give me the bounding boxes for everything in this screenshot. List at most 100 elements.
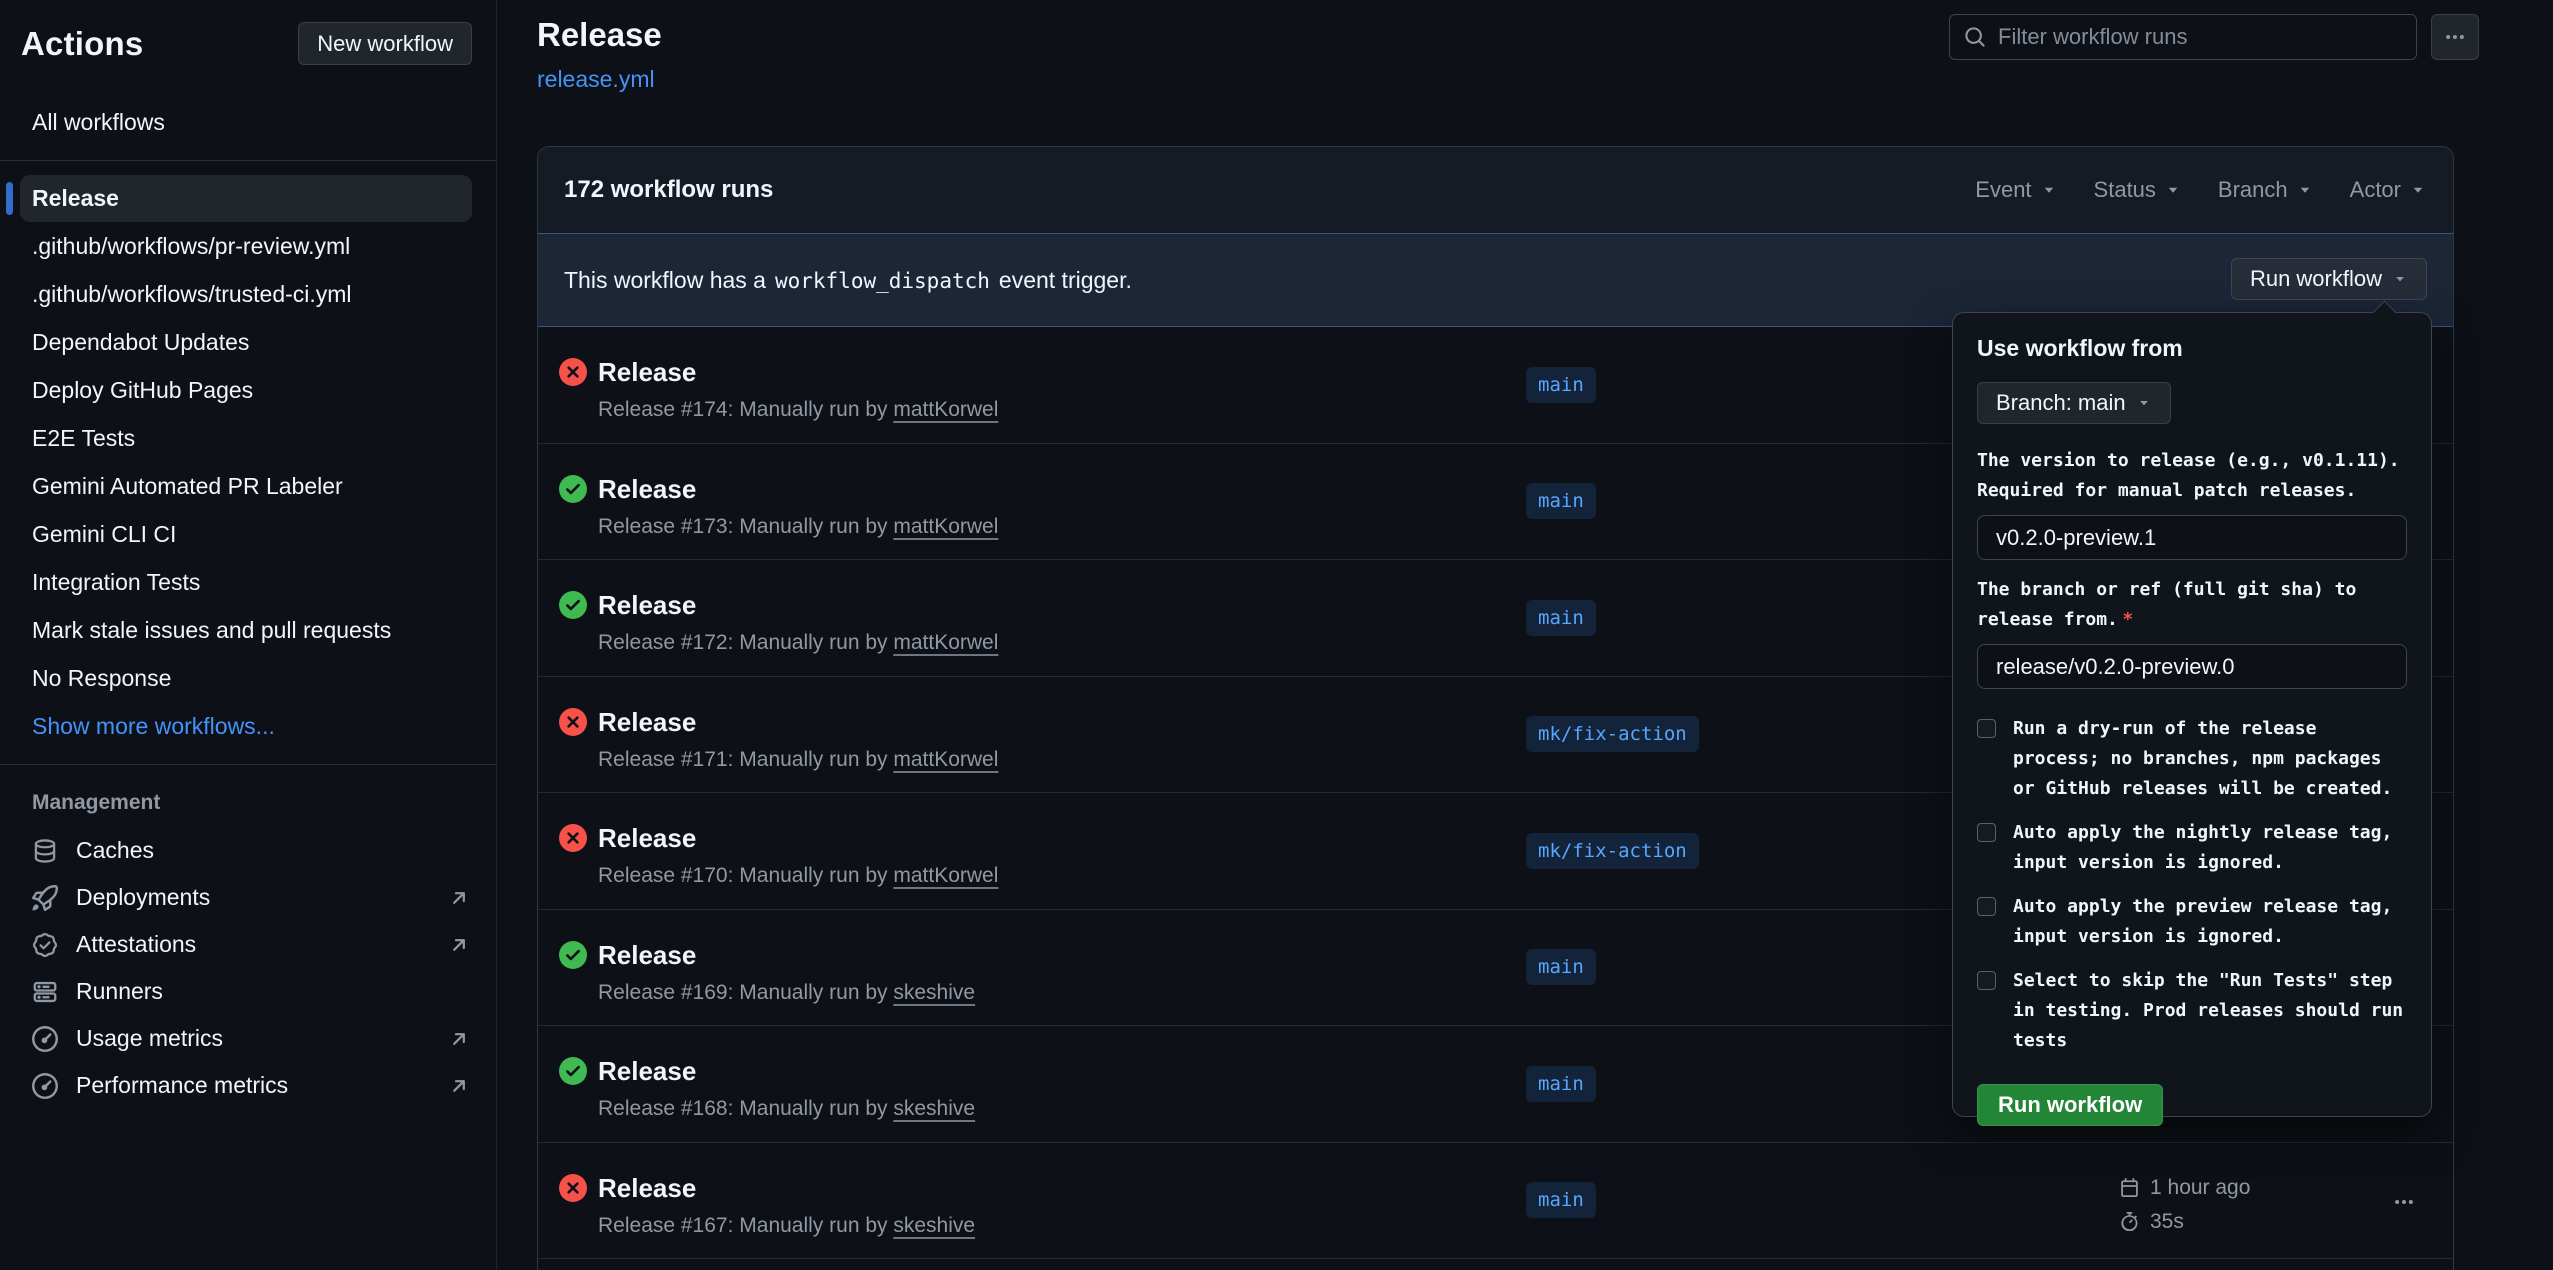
caret-down-icon <box>2136 395 2152 411</box>
run-actor-link[interactable]: skeshive <box>893 1097 975 1120</box>
run-actor-link[interactable]: skeshive <box>893 981 975 1004</box>
run-subtitle: Release #172: Manually run by mattKorwel <box>598 631 998 655</box>
ref-help-text: The branch or ref (full git sha) to rele… <box>1977 575 2407 635</box>
filter-workflow-runs-input-wrap <box>1949 14 2417 60</box>
run-title-link[interactable]: Release <box>598 1056 696 1087</box>
popover-checkbox-row: Select to skip the "Run Tests" step in t… <box>1977 966 2407 1056</box>
popover-title: Use workflow from <box>1977 335 2407 362</box>
run-subtitle: Release #170: Manually run by mattKorwel <box>598 864 998 888</box>
filter-dropdown-actor[interactable]: Actor <box>2350 177 2427 203</box>
branch-pill[interactable]: main <box>1526 600 1596 636</box>
sidebar-item-attestations[interactable]: Attestations <box>0 921 496 968</box>
popover-checkbox[interactable] <box>1977 823 1996 842</box>
workflow-options-button[interactable] <box>2431 14 2479 60</box>
actions-sidebar: Actions New workflow All workflows Relea… <box>0 0 497 1270</box>
run-workflow-dropdown-button[interactable]: Run workflow <box>2231 258 2427 300</box>
sidebar-item-usage-metrics[interactable]: Usage metrics <box>0 1015 496 1062</box>
run-title-link[interactable]: Release <box>598 1173 696 1204</box>
run-options-button[interactable] <box>2381 1184 2427 1220</box>
main-content: Release release.yml 172 workflow runs Ev… <box>497 0 2553 1270</box>
branch-pill[interactable]: mk/fix-action <box>1526 833 1699 869</box>
runs-count: 172 workflow runs <box>564 176 773 204</box>
popover-checkbox-label: Run a dry-run of the release process; no… <box>2013 714 2392 804</box>
sidebar-item-workflow[interactable]: Mark stale issues and pull requests <box>20 607 472 654</box>
sidebar-item-workflow[interactable]: Integration Tests <box>20 559 472 606</box>
run-title-link[interactable]: Release <box>598 590 696 621</box>
run-actor-link[interactable]: mattKorwel <box>893 748 998 771</box>
runs-filters: Event Status Branch Actor <box>1975 177 2427 203</box>
management-section-label: Management <box>0 791 496 815</box>
caret-down-icon <box>2409 181 2427 199</box>
x-circle-icon <box>559 824 587 852</box>
run-workflow-popover: Use workflow from Branch: main The versi… <box>1952 312 2432 1117</box>
sidebar-item-workflow[interactable]: Dependabot Updates <box>20 319 472 366</box>
sidebar-item-workflow[interactable]: E2E Tests <box>20 415 472 462</box>
management-item-label: Attestations <box>76 931 196 958</box>
meter-icon <box>32 1026 58 1052</box>
workflow-run-row[interactable]: ReleaseRelease #167: Manually run by ske… <box>538 1143 2453 1260</box>
caret-down-icon <box>2040 181 2058 199</box>
run-title-link[interactable]: Release <box>598 823 696 854</box>
run-subtitle: Release #168: Manually run by skeshive <box>598 1097 975 1121</box>
arrow-up-right-icon <box>448 887 470 909</box>
branch-pill[interactable]: mk/fix-action <box>1526 716 1699 752</box>
management-item-label: Usage metrics <box>76 1025 223 1052</box>
sidebar-item-workflow[interactable]: Release <box>20 175 472 222</box>
run-title-link[interactable]: Release <box>598 474 696 505</box>
sidebar-item-workflow[interactable]: .github/workflows/trusted-ci.yml <box>20 271 472 318</box>
server-icon <box>32 979 58 1005</box>
x-circle-icon <box>559 708 587 736</box>
filter-dropdown-branch[interactable]: Branch <box>2218 177 2314 203</box>
management-item-label: Runners <box>76 978 163 1005</box>
run-duration: 35s <box>2120 1210 2250 1234</box>
sidebar-item-performance-metrics[interactable]: Performance metrics <box>0 1062 496 1109</box>
branch-pill[interactable]: main <box>1526 483 1596 519</box>
filter-workflow-runs-input[interactable] <box>1998 24 2402 50</box>
sidebar-item-all-workflows[interactable]: All workflows <box>20 99 472 146</box>
popover-checkbox[interactable] <box>1977 719 1996 738</box>
arrow-up-right-icon <box>448 934 470 956</box>
sidebar-item-workflow[interactable]: Gemini CLI CI <box>20 511 472 558</box>
workflow-file-link[interactable]: release.yml <box>537 66 655 93</box>
popover-checkbox-label: Auto apply the nightly release tag, inpu… <box>2013 818 2392 878</box>
run-title-link[interactable]: Release <box>598 357 696 388</box>
filter-dropdown-status[interactable]: Status <box>2094 177 2182 203</box>
run-actor-link[interactable]: mattKorwel <box>893 398 998 421</box>
sidebar-item-workflow[interactable]: Gemini Automated PR Labeler <box>20 463 472 510</box>
sidebar-item-caches[interactable]: Caches <box>0 827 496 874</box>
run-title-link[interactable]: Release <box>598 707 696 738</box>
popover-checkbox[interactable] <box>1977 897 1996 916</box>
filter-dropdown-event[interactable]: Event <box>1975 177 2057 203</box>
banner-text: This workflow has aworkflow_dispatcheven… <box>564 267 1132 294</box>
run-actor-link[interactable]: mattKorwel <box>893 515 998 538</box>
version-input[interactable] <box>1977 515 2407 560</box>
branch-pill[interactable]: main <box>1526 367 1596 403</box>
run-actor-link[interactable]: mattKorwel <box>893 631 998 654</box>
run-actor-link[interactable]: skeshive <box>893 1214 975 1237</box>
sidebar-item-deployments[interactable]: Deployments <box>0 874 496 921</box>
run-subtitle: Release #169: Manually run by skeshive <box>598 981 975 1005</box>
branch-select-button[interactable]: Branch: main <box>1977 382 2171 424</box>
rocket-icon <box>32 885 58 911</box>
popover-checkbox-row: Auto apply the nightly release tag, inpu… <box>1977 818 2407 878</box>
verified-icon <box>32 932 58 958</box>
sidebar-item-workflow[interactable]: .github/workflows/pr-review.yml <box>20 223 472 270</box>
show-more-workflows-link[interactable]: Show more workflows... <box>20 703 472 750</box>
ref-input[interactable] <box>1977 644 2407 689</box>
run-meta: 1 hour ago35s <box>2120 1176 2250 1234</box>
run-actor-link[interactable]: mattKorwel <box>893 864 998 887</box>
run-title-link[interactable]: Release <box>598 940 696 971</box>
branch-pill[interactable]: main <box>1526 1182 1596 1218</box>
sidebar-item-runners[interactable]: Runners <box>0 968 496 1015</box>
sidebar-item-workflow[interactable]: No Response <box>20 655 472 702</box>
branch-pill[interactable]: main <box>1526 949 1596 985</box>
run-workflow-submit-button[interactable]: Run workflow <box>1977 1084 2163 1126</box>
branch-pill[interactable]: main <box>1526 1066 1596 1102</box>
popover-checkbox[interactable] <box>1977 971 1996 990</box>
kebab-icon <box>2444 26 2466 48</box>
caret-down-icon <box>2164 181 2182 199</box>
sidebar-item-workflow[interactable]: Deploy GitHub Pages <box>20 367 472 414</box>
new-workflow-button[interactable]: New workflow <box>298 22 472 65</box>
caret-down-icon <box>2296 181 2314 199</box>
event-code: workflow_dispatch <box>775 269 990 293</box>
